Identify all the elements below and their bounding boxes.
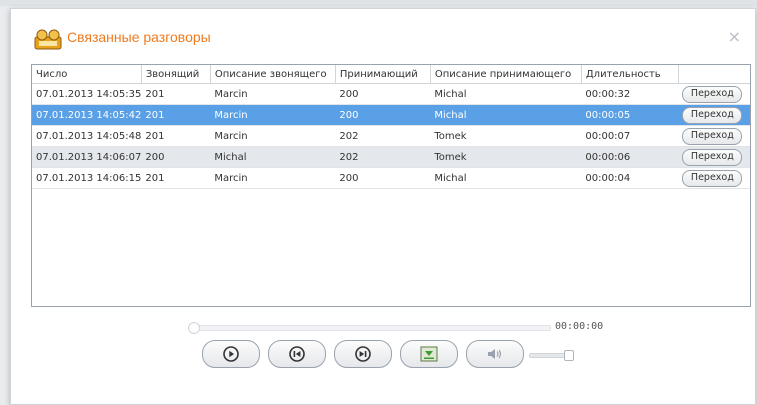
table-row[interactable]: 07.01.2013 14:06:07 200 Michal 202 Tomek… (32, 146, 750, 168)
cell-receiver: 200 (335, 167, 431, 189)
next-button[interactable] (334, 340, 392, 368)
volume-slider-handle[interactable] (564, 350, 574, 361)
calls-table: Число Звонящий Описание звонящего Приним… (31, 64, 751, 307)
cell-duration: 00:00:32 (581, 83, 679, 105)
speaker-icon (488, 349, 502, 359)
download-icon (420, 346, 438, 362)
previous-icon (289, 346, 305, 362)
cell-receiver: 200 (335, 83, 431, 105)
close-icon[interactable]: × (728, 27, 741, 46)
play-button[interactable] (202, 340, 260, 368)
column-header-receiver-description[interactable]: Описание принимающего (430, 65, 582, 84)
next-icon (355, 346, 371, 362)
table-row[interactable]: 07.01.2013 14:05:35 201 Marcin 200 Micha… (32, 83, 750, 105)
timeline-handle[interactable] (188, 322, 200, 334)
cell-receiver-description: Michal (430, 83, 582, 105)
cell-duration: 00:00:05 (581, 104, 679, 126)
jump-button[interactable]: Переход (682, 106, 743, 124)
cell-caller-description: Marcin (210, 167, 336, 189)
cell-caller-description: Marcin (210, 83, 336, 105)
jump-button[interactable]: Переход (682, 85, 743, 103)
volume-slider[interactable] (529, 350, 574, 361)
table-row[interactable]: 07.01.2013 14:06:15 201 Marcin 200 Micha… (32, 167, 750, 189)
cell-action: Переход (678, 125, 750, 147)
cell-date: 07.01.2013 14:05:35 (32, 83, 142, 105)
background-window-strip (0, 0, 757, 6)
jump-button[interactable]: Переход (682, 127, 743, 145)
table-row-selected[interactable]: 07.01.2013 14:05:42 201 Marcin 200 Micha… (32, 104, 750, 126)
column-header-caller-description[interactable]: Описание звонящего (210, 65, 336, 84)
cell-caller: 201 (141, 83, 211, 105)
cell-action: Переход (678, 146, 750, 168)
cell-action: Переход (678, 167, 750, 189)
playback-timeline[interactable] (188, 322, 551, 334)
jump-button[interactable]: Переход (682, 148, 743, 166)
column-header-receiver[interactable]: Принимающий (335, 65, 431, 84)
column-header-caller[interactable]: Звонящий (141, 65, 211, 84)
related-calls-dialog: Связанные разговоры × Число Звонящий Опи… (10, 8, 756, 405)
cell-action: Переход (678, 104, 750, 126)
cell-receiver: 202 (335, 146, 431, 168)
playback-time: 00:00:00 (555, 321, 604, 332)
previous-button[interactable] (268, 340, 326, 368)
jump-button[interactable]: Переход (682, 169, 743, 187)
call-group-icon (34, 29, 62, 50)
cell-receiver-description: Tomek (430, 146, 582, 168)
table-row[interactable]: 07.01.2013 14:05:48 201 Marcin 202 Tomek… (32, 125, 750, 147)
cell-duration: 00:00:04 (581, 167, 679, 189)
cell-duration: 00:00:06 (581, 146, 679, 168)
cell-caller: 201 (141, 104, 211, 126)
cell-date: 07.01.2013 14:05:42 (32, 104, 142, 126)
cell-caller-description: Marcin (210, 104, 336, 126)
cell-date: 07.01.2013 14:06:15 (32, 167, 142, 189)
cell-caller-description: Michal (210, 146, 336, 168)
table-header-row: Число Звонящий Описание звонящего Приним… (32, 65, 750, 84)
cell-duration: 00:00:07 (581, 125, 679, 147)
cell-date: 07.01.2013 14:06:07 (32, 146, 142, 168)
cell-receiver-description: Michal (430, 167, 582, 189)
play-icon (223, 346, 239, 362)
cell-receiver-description: Michal (430, 104, 582, 126)
cell-caller: 200 (141, 146, 211, 168)
cell-caller: 201 (141, 125, 211, 147)
dialog-title: Связанные разговоры (67, 29, 211, 45)
cell-caller-description: Marcin (210, 125, 336, 147)
cell-caller: 201 (141, 167, 211, 189)
column-header-duration[interactable]: Длительность (581, 65, 679, 84)
download-button[interactable] (400, 340, 458, 368)
column-header-action (678, 65, 750, 84)
volume-button[interactable] (466, 340, 524, 368)
cell-receiver: 202 (335, 125, 431, 147)
cell-receiver-description: Tomek (430, 125, 582, 147)
cell-receiver: 200 (335, 104, 431, 126)
cell-action: Переход (678, 83, 750, 105)
cell-date: 07.01.2013 14:05:48 (32, 125, 142, 147)
column-header-date[interactable]: Число (32, 65, 142, 84)
